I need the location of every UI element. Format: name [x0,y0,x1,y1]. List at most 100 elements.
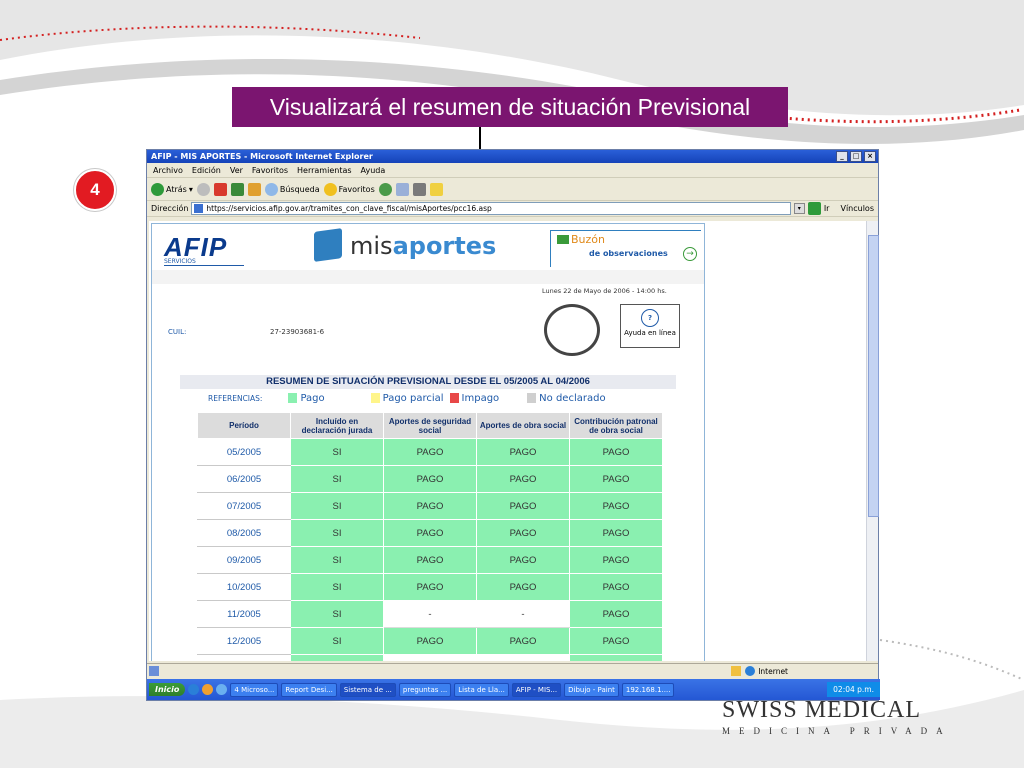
status-cell: PAGO [383,519,477,547]
period-link[interactable]: 12/2005 [197,627,291,655]
search-icon [264,182,278,196]
legend: REFERENCIAS: Pago Pago parcial Impago No… [208,393,606,404]
globe-icon [745,666,756,676]
minimize-button[interactable]: _ [836,151,848,162]
status-cell: PAGO [569,600,663,628]
back-label: Atrás [166,184,187,194]
task-paint[interactable]: Dibujo - Paint [564,682,619,697]
period-link[interactable]: 01/2006 [197,654,291,661]
outlook-quicklaunch-icon[interactable] [202,684,214,695]
scrollbar-thumb[interactable] [868,235,879,517]
menu-edicion[interactable]: Edición [192,166,221,175]
legend-swatch-no-declarado [527,393,537,403]
legend-text-pago: Pago [300,393,325,404]
status-cell: PAGO [569,438,663,466]
legend-text-impago: Impago [461,393,500,404]
table-row: 05/2005 SI PAGO PAGO PAGO [197,438,663,466]
task-word[interactable]: 4 Microso... [230,682,279,697]
links-label[interactable]: Vínculos [840,204,874,213]
legend-swatch-pago-parcial [370,393,380,403]
brand-name: SWISS MEDICAL [722,697,922,723]
page-status-icon [149,666,159,676]
print-icon[interactable] [412,182,426,196]
cuil-label: CUIL: [168,328,187,336]
star-icon [323,182,337,196]
buzon-link[interactable]: Buzón de observaciones → [550,230,701,267]
title-bar: AFIP - MIS APORTES - Microsoft Internet … [147,150,878,163]
maximize-button[interactable]: □ [850,151,862,162]
status-zone: Internet [758,666,788,676]
task-preguntas[interactable]: preguntas ... [398,682,452,697]
menu-favoritos[interactable]: Favoritos [252,166,288,175]
status-cell: PAGO [476,438,570,466]
go-arrow-icon[interactable] [807,202,821,215]
desktop-quicklaunch-icon[interactable] [216,684,228,695]
search-button[interactable]: Búsqueda [264,182,320,196]
task-remote[interactable]: 192.168.1.... [621,682,675,697]
status-cell: SI [290,627,384,655]
menu-archivo[interactable]: Archivo [153,166,183,175]
home-icon[interactable] [247,182,261,196]
status-cell: PAGO [476,492,570,520]
refresh-icon[interactable] [230,182,244,196]
status-cell: PAGO [476,546,570,574]
status-cell: PAGO [569,573,663,601]
back-button[interactable]: Atrás ▾ [151,182,193,196]
go-label[interactable]: Ir [824,204,830,213]
folder-icon[interactable] [429,182,443,196]
menu-herramientas[interactable]: Herramientas [297,166,352,175]
period-link[interactable]: 11/2005 [197,600,291,628]
envelope-icon [557,235,569,244]
summary-title: RESUMEN DE SITUACIÓN PREVISIONAL DESDE E… [180,375,676,389]
status-cell: SI [290,573,384,601]
period-link[interactable]: 09/2005 [197,546,291,574]
menu-ayuda[interactable]: Ayuda [361,166,386,175]
period-link[interactable]: 05/2005 [197,438,291,466]
swiss-medical-logo: SWISS MEDICAL MEDICINA PRIVADA [722,697,952,736]
menu-ver[interactable]: Ver [230,166,243,175]
afip-page: AFIP SERVICIOS misaportes Buzón de obser… [151,223,705,661]
forward-arrow-icon[interactable] [196,182,210,196]
window-title: AFIP - MIS APORTES - Microsoft Internet … [151,152,373,161]
buzon-title: Buzón [571,233,605,246]
history-icon[interactable] [378,182,392,196]
address-dropdown-icon[interactable]: ▾ [793,203,805,214]
search-label: Búsqueda [279,184,320,194]
situation-table: Período Incluído en declaración jurada A… [197,412,663,661]
status-cell: - [383,600,477,628]
task-afip[interactable]: AFIP - MIS... [511,682,562,697]
legend-swatch-pago [288,393,298,403]
period-link[interactable]: 06/2005 [197,465,291,493]
status-cell: PAGO [569,546,663,574]
period-link[interactable]: 10/2005 [197,573,291,601]
period-link[interactable]: 07/2005 [197,492,291,520]
help-button[interactable]: ? Ayuda en línea [620,304,680,348]
start-button[interactable]: Inicio [149,683,186,696]
legend-label: REFERENCIAS: [208,394,263,403]
table-row: 07/2005 SI PAGO PAGO PAGO [197,492,663,520]
close-button[interactable]: × [864,151,876,162]
menu-bar: Archivo Edición Ver Favoritos Herramient… [147,163,878,178]
ie-quicklaunch-icon[interactable] [188,684,200,695]
task-sistema[interactable]: Sistema de ... [339,682,396,697]
stop-icon[interactable] [213,182,227,196]
column-header-declaracion: Incluído en declaración jurada [290,412,384,439]
legend-item-impago: Impago [449,393,500,404]
task-report-designer[interactable]: Report Desi... [281,682,337,697]
mail-icon[interactable] [395,182,409,196]
status-cell: SI [290,654,384,661]
task-lista[interactable]: Lista de Lla... [454,682,509,697]
period-link[interactable]: 08/2005 [197,519,291,547]
address-input[interactable]: https://servicios.afip.gov.ar/tramites_c… [191,202,791,215]
page-icon [194,204,204,213]
vertical-scrollbar[interactable] [866,221,879,661]
table-row: 06/2005 SI PAGO PAGO PAGO [197,465,663,493]
status-cell: SI [290,465,384,493]
status-cell: PAGO [476,465,570,493]
status-cell: PAGO [383,573,477,601]
legend-item-pago: Pago [288,393,325,404]
favorites-button[interactable]: Favoritos [323,182,375,196]
buzon-subtitle: de observaciones [589,249,668,258]
back-arrow-icon [151,182,164,196]
status-cell: SI [290,492,384,520]
